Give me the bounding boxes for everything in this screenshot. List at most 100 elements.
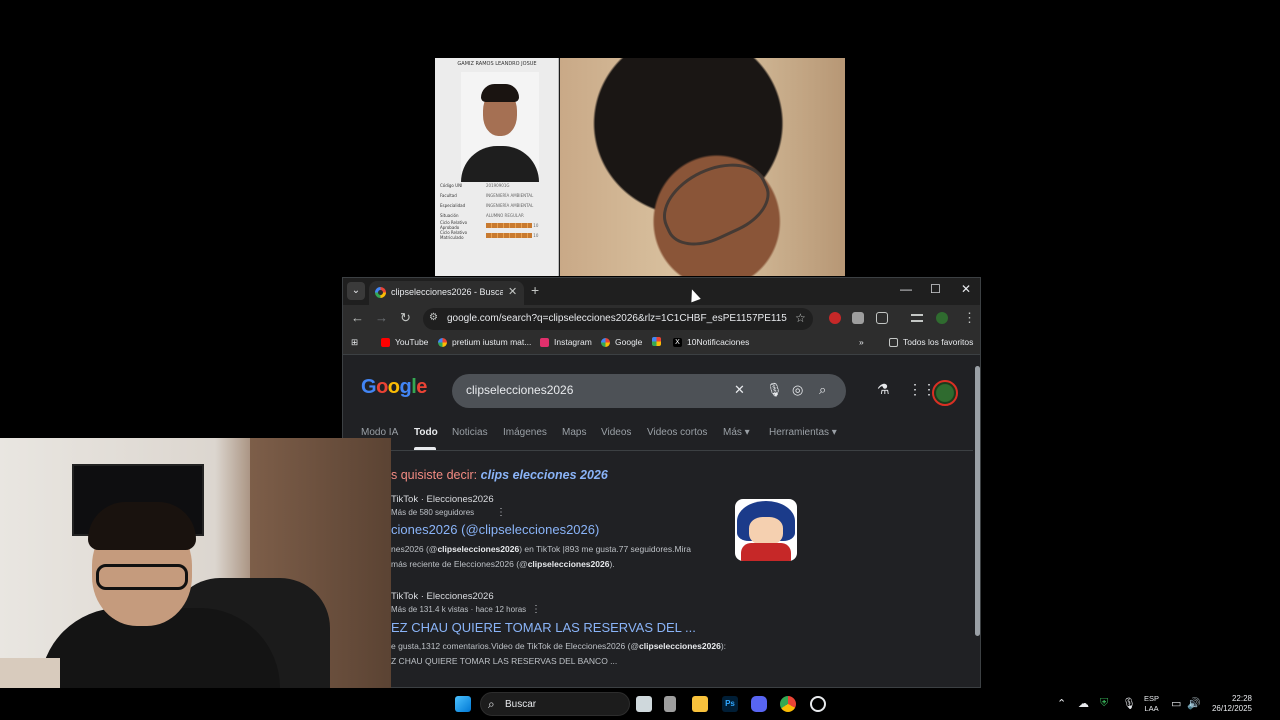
account-avatar[interactable]: [932, 380, 958, 406]
result-snippet: nes2026 (@clipselecciones2026) en TikTok…: [391, 544, 692, 554]
tab-videos-cortos[interactable]: Videos cortos: [647, 427, 707, 438]
shield-icon[interactable]: ⛨: [1100, 697, 1108, 710]
id-card-row: Ciclo Relativo Aprobado 10: [440, 220, 539, 230]
page-scrollbar[interactable]: [973, 356, 980, 687]
scrollbar-thumb[interactable]: [975, 366, 980, 636]
search-input[interactable]: clipselecciones2026 ✕ 🎙 ◎ ⌕: [452, 374, 846, 408]
bookmark-youtube[interactable]: YouTube: [381, 337, 428, 347]
result-source[interactable]: TikTok · Elecciones2026: [391, 494, 494, 505]
stream-video-overlay: GAMIZ RAMOS LEANDRO JOSUE Código UNI 2019…: [435, 58, 845, 276]
search-icon: ⌕: [488, 697, 495, 711]
google-favicon-icon: [375, 287, 386, 298]
result-thumbnail[interactable]: [735, 499, 797, 561]
id-card-row: Ciclo Relativo Matriculado 10: [440, 230, 539, 240]
extension-gray-icon[interactable]: [852, 312, 864, 324]
bookmark-photos[interactable]: [652, 337, 666, 346]
tab-todo[interactable]: Todo: [414, 427, 438, 438]
all-bookmarks[interactable]: Todos los favoritos: [889, 337, 973, 347]
apps-grid-icon[interactable]: ⊞: [351, 337, 358, 348]
tab-imagenes[interactable]: Imágenes: [503, 427, 547, 438]
result-meta: Más de 580 seguidores: [391, 508, 475, 517]
chrome-icon[interactable]: [780, 696, 796, 712]
address-bar[interactable]: ⚙ google.com/search?q=clipselecciones202…: [423, 308, 813, 330]
cloud-icon[interactable]: ☁: [1078, 697, 1089, 710]
result-meta: Más de 131.4 k vistas · hace 12 horas: [391, 605, 527, 614]
chrome-window[interactable]: ⌄ clipselecciones2026 - Buscar con Googl…: [342, 277, 981, 688]
microphone-icon[interactable]: 🎙: [766, 382, 783, 398]
result-title-link[interactable]: ciones2026 (@clipselecciones2026): [391, 522, 599, 537]
extension-red-icon[interactable]: [829, 312, 841, 324]
site-info-icon[interactable]: ⚙: [429, 312, 438, 323]
microphone-tray-icon[interactable]: 🎙: [1122, 697, 1136, 710]
x-icon: X: [673, 337, 682, 347]
bookmark-google[interactable]: Google: [601, 337, 642, 347]
browser-tab-active[interactable]: clipselecciones2026 - Buscar con Google …: [369, 281, 524, 305]
lens-camera-icon[interactable]: ◎: [792, 382, 803, 398]
labs-flask-icon[interactable]: ⚗: [877, 381, 890, 398]
minimize-icon[interactable]: —: [900, 282, 912, 296]
id-card-fields: Código UNI 20190901G Facultad INGENIERÍA A…: [440, 180, 556, 241]
reload-icon[interactable]: ↻: [400, 310, 411, 326]
task-view-icon[interactable]: [636, 696, 652, 712]
result-snippet: más reciente de Elecciones2026 (@clipsel…: [391, 559, 615, 569]
tab-videos[interactable]: Videos: [601, 427, 631, 438]
google-icon: [601, 337, 610, 347]
bookmark-x[interactable]: X 10Notificaciones: [673, 337, 749, 347]
clear-search-icon[interactable]: ✕: [734, 382, 745, 398]
result-snippet: e gusta,1312 comentarios.Video de TikTok…: [391, 641, 727, 651]
streamer-hair: [88, 502, 196, 550]
tab-strip: ⌄ clipselecciones2026 - Buscar con Googl…: [343, 278, 980, 305]
maximize-icon[interactable]: ☐: [930, 282, 941, 296]
input-language[interactable]: ESP LAA: [1144, 694, 1159, 714]
back-arrow-icon[interactable]: ←: [351, 310, 364, 325]
result-options-icon[interactable]: ⋮: [531, 604, 541, 615]
bookmark-pretium[interactable]: pretium iustum mat...: [438, 337, 531, 347]
network-icon[interactable]: ▭: [1171, 697, 1181, 710]
more-bookmarks-icon[interactable]: »: [859, 337, 864, 347]
obs-icon[interactable]: [810, 696, 826, 712]
show-hidden-icons-icon[interactable]: ⌃: [1057, 697, 1066, 710]
id-card-row: Situación ALUMNO REGULAR: [440, 212, 524, 218]
youtube-icon: [381, 337, 390, 347]
media-control-icon[interactable]: [911, 314, 923, 322]
extensions-puzzle-icon[interactable]: [876, 312, 888, 324]
tab-maps[interactable]: Maps: [562, 427, 586, 438]
tab-mas[interactable]: Más ▾: [723, 427, 750, 438]
windows-taskbar: ⌕ Buscar Ps ⌃ ☁ ⛨ 🎙 ESP LAA ▭ 🔊 22:28 26/1…: [0, 688, 1280, 720]
did-you-mean-link[interactable]: clips elecciones 2026: [481, 468, 608, 482]
google-logo[interactable]: Google: [361, 376, 427, 399]
tab-title: clipselecciones2026 - Buscar con Google: [391, 287, 503, 297]
bookmark-instagram[interactable]: Instagram: [540, 337, 592, 347]
close-tab-icon[interactable]: ✕: [508, 285, 517, 298]
chrome-menu-icon[interactable]: ⋮: [963, 310, 976, 326]
google-icon: [438, 337, 447, 347]
file-explorer-icon[interactable]: [692, 696, 708, 712]
tab-herramientas[interactable]: Herramientas ▾: [769, 427, 837, 438]
address-url[interactable]: google.com/search?q=clipselecciones2026&…: [447, 313, 787, 324]
browser-toolbar: ← → ↻ ⚙ google.com/search?q=clipseleccio…: [343, 305, 980, 333]
search-icon[interactable]: ⌕: [819, 382, 826, 398]
tab-search-button[interactable]: ⌄: [347, 282, 365, 300]
bookmarks-bar: ⊞ YouTube pretium iustum mat... Instagra…: [343, 333, 980, 355]
tab-noticias[interactable]: Noticias: [452, 427, 488, 438]
tab-modo-ia[interactable]: Modo IA: [361, 427, 398, 438]
close-window-icon[interactable]: ✕: [961, 282, 971, 296]
bookmark-star-icon[interactable]: ☆: [795, 311, 806, 325]
forward-arrow-icon[interactable]: →: [375, 310, 388, 325]
profile-avatar-icon[interactable]: [936, 312, 948, 324]
result-source[interactable]: TikTok · Elecciones2026: [391, 591, 494, 602]
taskbar-search[interactable]: ⌕ Buscar: [480, 692, 630, 716]
search-query[interactable]: clipselecciones2026: [466, 383, 573, 397]
result-title-link[interactable]: EZ CHAU QUIERE TOMAR LAS RESERVAS DEL ..…: [391, 620, 696, 635]
discord-icon[interactable]: [751, 696, 767, 712]
streamer-glasses: [96, 564, 188, 590]
start-windows-icon[interactable]: [455, 696, 471, 712]
did-you-mean: s quisiste decir: clips elecciones 2026: [391, 468, 608, 482]
usb-device-icon[interactable]: [664, 696, 676, 712]
new-tab-button[interactable]: +: [531, 282, 539, 298]
result-options-icon[interactable]: ⋮: [496, 507, 506, 518]
photoshop-icon[interactable]: Ps: [722, 696, 738, 712]
volume-icon[interactable]: 🔊: [1187, 697, 1201, 710]
folder-icon: [889, 337, 898, 347]
system-clock[interactable]: 22:28 26/12/2025: [1206, 694, 1252, 714]
